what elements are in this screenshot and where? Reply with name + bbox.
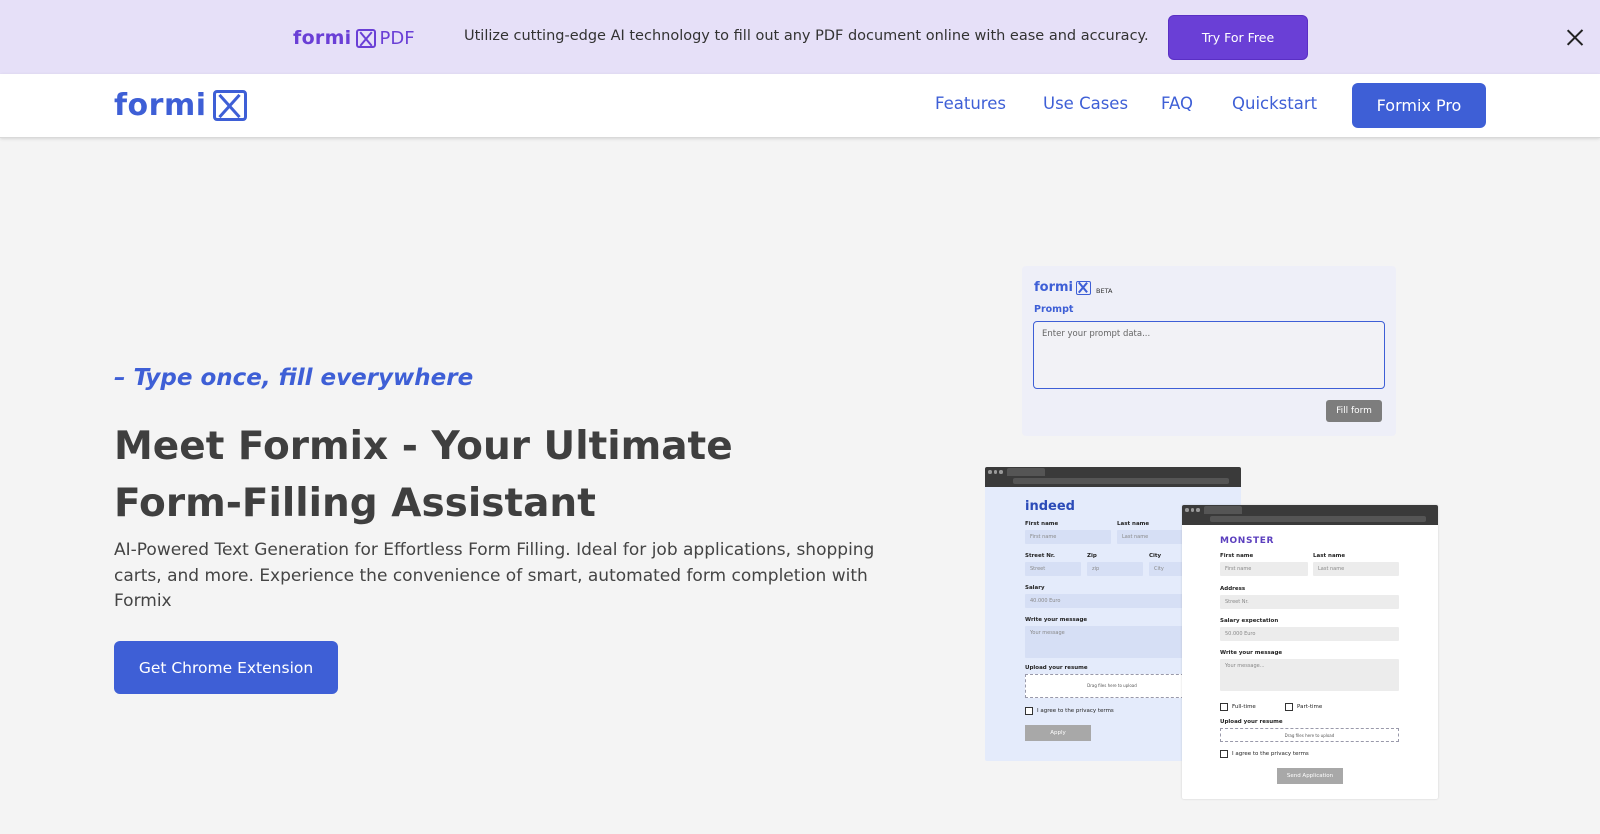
privacy-label: I agree to the privacy terms (1232, 751, 1309, 757)
salary-field: 40.000 Euro (1025, 594, 1199, 608)
first-name-field: First name (1025, 530, 1111, 544)
message-field: Your message (1025, 626, 1199, 658)
x-box-icon (355, 28, 376, 48)
field-label: Last name (1313, 553, 1346, 559)
field-label: Street Nr. (1025, 553, 1055, 559)
full-time-label: Full-time (1232, 704, 1256, 710)
last-name-field: Last name (1313, 562, 1399, 576)
nav-link-faq[interactable]: FAQ (1161, 94, 1193, 113)
top-navigation: formi Features Use Cases FAQ Quickstart … (0, 74, 1600, 138)
formix-logo[interactable]: formi (114, 88, 247, 123)
privacy-label: I agree to the privacy terms (1037, 708, 1114, 714)
address-field: Street Nr. (1220, 595, 1399, 609)
part-time-label: Part-time (1297, 704, 1323, 710)
x-box-icon (212, 90, 247, 121)
field-label: Salary (1025, 585, 1045, 591)
field-label: Write your message (1025, 617, 1088, 623)
formix-pro-button[interactable]: Formix Pro (1352, 83, 1486, 128)
promo-logo-word: formi (293, 27, 352, 49)
x-box-icon (1076, 280, 1091, 295)
upload-area: Drag files here to upload (1025, 674, 1199, 698)
browser-bar (1182, 505, 1438, 525)
field-label: Write your message (1220, 650, 1283, 656)
zip-field: zip (1087, 562, 1143, 576)
panel-logo: formi BETA (1034, 280, 1112, 295)
salary-field: 50.000 Euro (1220, 627, 1399, 641)
hero-title-line2: Form-Filling Assistant (114, 481, 596, 526)
promo-logo-suffix: PDF (379, 27, 415, 49)
field-label: City (1149, 553, 1162, 559)
nav-link-quickstart[interactable]: Quickstart (1232, 94, 1317, 113)
checkbox (1220, 750, 1228, 758)
field-label: First name (1025, 521, 1059, 527)
promo-banner: formi PDF Utilize cutting-edge AI techno… (0, 0, 1600, 74)
field-label: Salary expectation (1220, 618, 1279, 624)
send-application-button: Send Application (1277, 768, 1343, 784)
get-chrome-extension-button[interactable]: Get Chrome Extension (114, 641, 338, 694)
field-label: First name (1220, 553, 1254, 559)
fill-form-button: Fill form (1326, 400, 1382, 422)
field-label: Zip (1087, 553, 1097, 559)
prompt-panel-illustration: formi BETA Prompt Enter your prompt data… (1022, 266, 1396, 436)
prompt-label: Prompt (1034, 304, 1074, 315)
field-label: Upload your resume (1220, 719, 1283, 725)
panel-logo-word: formi (1034, 280, 1073, 295)
nav-link-features[interactable]: Features (935, 94, 1006, 113)
hero-title-line1: Meet Formix - Your Ultimate (114, 424, 733, 469)
hero-description: AI-Powered Text Generation for Effortles… (114, 540, 875, 611)
hero-title: Meet Formix - Your Ultimate Form-Filling… (114, 418, 814, 532)
field-label: Address (1220, 586, 1246, 592)
promo-text: Utilize cutting-edge AI technology to fi… (464, 28, 1149, 44)
field-label: Upload your resume (1025, 665, 1088, 671)
upload-area: Drag files here to upload (1220, 728, 1399, 742)
apply-button: Apply (1025, 725, 1091, 741)
indeed-logo: indeed (1025, 499, 1075, 514)
close-icon[interactable] (1564, 26, 1586, 48)
beta-badge: BETA (1096, 286, 1113, 295)
browser-bar (985, 467, 1241, 487)
formix-pdf-logo[interactable]: formi PDF (293, 26, 415, 50)
first-name-field: First name (1220, 562, 1308, 576)
hero-tagline: – Type once, fill everywhere (114, 365, 474, 391)
nav-logo-word: formi (114, 88, 207, 123)
monster-logo: MONSTER (1220, 536, 1275, 546)
checkbox (1285, 703, 1293, 711)
monster-form-illustration: MONSTER First name First name Last name … (1182, 505, 1438, 799)
message-field: Your message... (1220, 659, 1399, 691)
prompt-input: Enter your prompt data... (1033, 321, 1385, 389)
checkbox (1025, 707, 1033, 715)
try-for-free-button[interactable]: Try For Free (1168, 15, 1308, 60)
field-label: Last name (1117, 521, 1150, 527)
nav-link-use-cases[interactable]: Use Cases (1043, 94, 1128, 113)
street-field: Street (1025, 562, 1081, 576)
checkbox (1220, 703, 1228, 711)
